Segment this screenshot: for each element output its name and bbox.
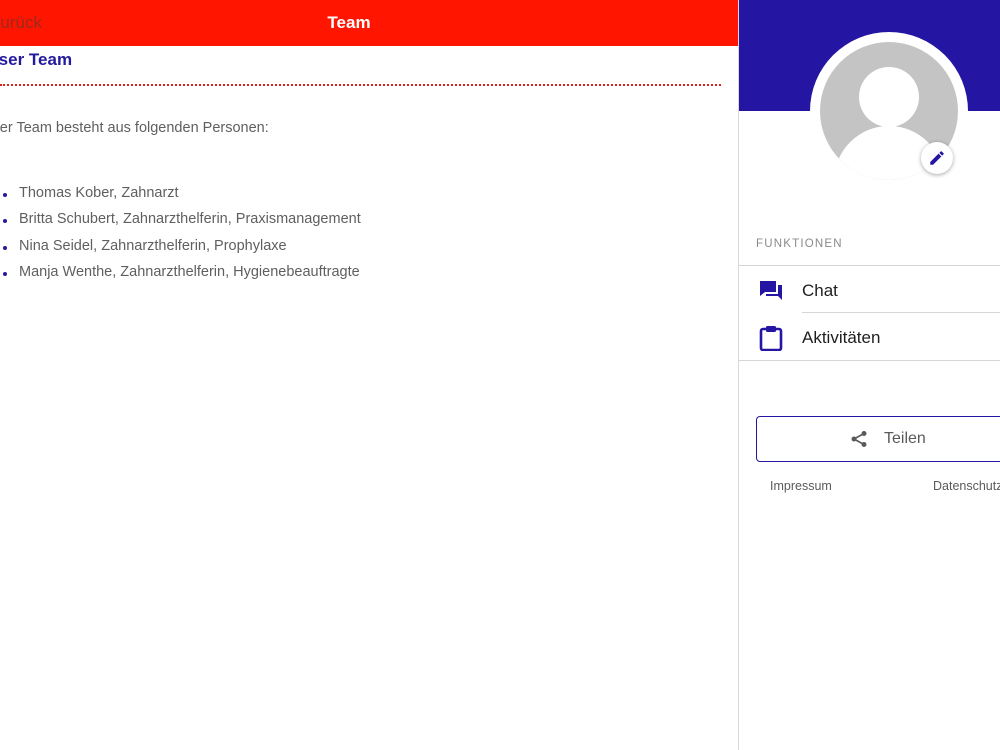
share-icon <box>851 431 867 447</box>
team-member-item: Britta Schubert, Zahnarzthelferin, Praxi… <box>0 211 361 237</box>
divider <box>802 312 1000 313</box>
divider <box>739 360 1000 361</box>
dotted-divider <box>0 84 721 86</box>
menu-item-activities[interactable]: Aktivitäten <box>739 314 1000 360</box>
menu-item-label: Aktivitäten <box>802 328 881 347</box>
intro-text: Unser Team besteht aus folgenden Persone… <box>0 120 269 136</box>
bullet-icon <box>3 193 7 197</box>
section-heading: Unser Team <box>0 50 73 69</box>
divider <box>739 265 1000 266</box>
team-member-text: Manja Wenthe, Zahnarzthelferin, Hygieneb… <box>19 263 360 280</box>
team-member-text: Thomas Kober, Zahnarzt <box>19 185 179 201</box>
avatar-placeholder-icon <box>859 67 919 127</box>
bullet-icon <box>3 271 7 276</box>
menu-item-chat[interactable]: Chat <box>739 267 1000 313</box>
edit-avatar-button[interactable] <box>921 142 953 174</box>
main-pane: Zurück Team Unser Team Unser Team besteh… <box>0 0 738 750</box>
chat-icon <box>760 281 782 300</box>
side-panel: FUNKTIONEN Chat Aktivitäten Teilen Impre… <box>738 0 1000 750</box>
top-bar: Zurück Team <box>0 0 738 46</box>
bullet-icon <box>3 245 7 250</box>
app-window: Zurück Team Unser Team Unser Team besteh… <box>0 0 1000 750</box>
menu-item-label: Chat <box>802 281 838 300</box>
team-member-item: Manja Wenthe, Zahnarzthelferin, Hygieneb… <box>0 264 361 290</box>
team-member-text: Britta Schubert, Zahnarzthelferin, Praxi… <box>19 211 361 228</box>
bullet-icon <box>3 219 7 224</box>
page-title: Team <box>327 13 371 32</box>
team-list: Thomas Kober, Zahnarzt Britta Schubert, … <box>0 185 361 290</box>
team-member-text: Nina Seidel, Zahnarzthelferin, Prophylax… <box>19 237 287 254</box>
team-member-item: Nina Seidel, Zahnarzthelferin, Prophylax… <box>0 238 361 264</box>
impressum-link[interactable]: Impressum <box>770 479 832 493</box>
share-button[interactable]: Teilen <box>756 416 1000 462</box>
pencil-icon <box>930 151 944 165</box>
team-member-item: Thomas Kober, Zahnarzt <box>0 185 361 211</box>
functions-section-label: FUNKTIONEN <box>756 238 843 250</box>
clipboard-icon <box>759 326 783 351</box>
datenschutz-link[interactable]: Datenschutz <box>933 479 1000 493</box>
share-label: Teilen <box>884 430 926 447</box>
